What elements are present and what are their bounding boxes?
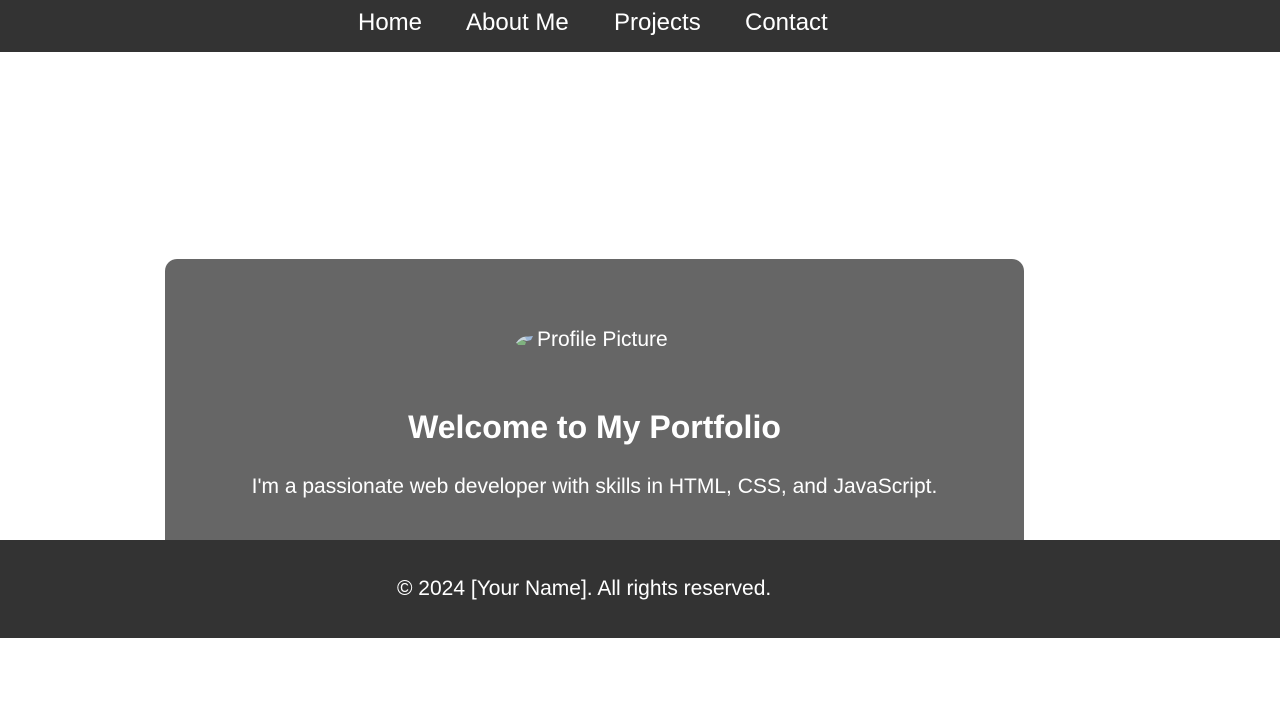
nav-link-home[interactable]: Home xyxy=(358,8,422,38)
nav-link-contact[interactable]: Contact xyxy=(745,8,828,38)
footer: © 2024 [Your Name]. All rights reserved. xyxy=(0,540,1280,638)
broken-image-icon xyxy=(515,331,537,349)
top-navbar: Home About Me Projects Contact xyxy=(0,0,1280,52)
nav-link-about-me[interactable]: About Me xyxy=(466,8,569,38)
footer-copyright: © 2024 [Your Name]. All rights reserved. xyxy=(397,577,772,600)
nav-link-projects[interactable]: Projects xyxy=(614,8,701,38)
hero-card: Profile Picture Welcome to My Portfolio … xyxy=(165,259,1024,579)
hero-description: I'm a passionate web developer with skil… xyxy=(251,475,938,498)
hero-title: Welcome to My Portfolio xyxy=(408,409,781,445)
profile-picture-alt-text: Profile Picture xyxy=(537,328,668,351)
profile-picture: Profile Picture xyxy=(515,328,675,352)
